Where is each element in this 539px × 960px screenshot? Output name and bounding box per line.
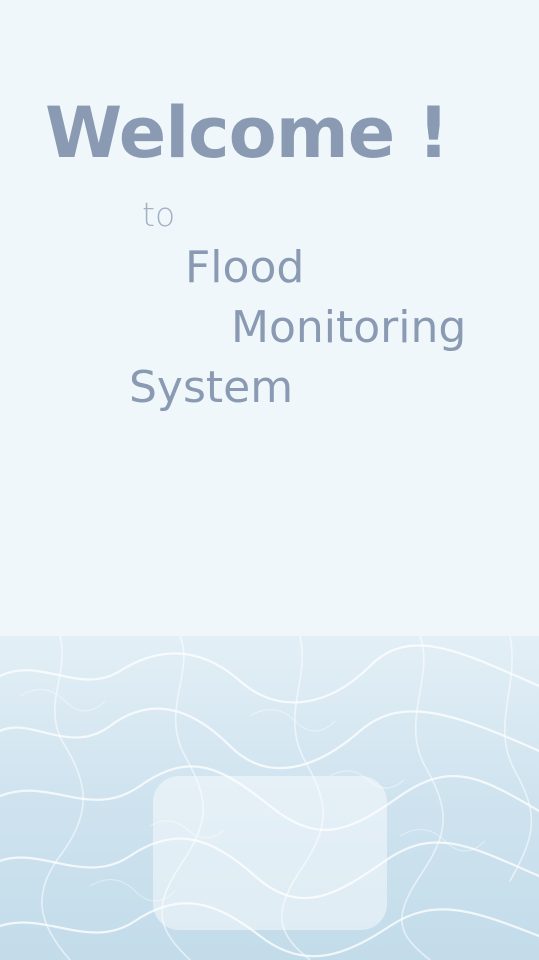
title-monitoring: Monitoring	[231, 302, 467, 353]
welcome-heading: Welcome !	[45, 92, 449, 174]
water-background-image	[0, 636, 539, 960]
welcome-screen: Welcome ! to Flood Monitoring System	[0, 0, 539, 960]
title-flood: Flood	[185, 242, 305, 293]
translucent-action-panel[interactable]	[153, 776, 387, 930]
title-system: System	[129, 362, 294, 413]
welcome-to-text: to	[142, 195, 176, 234]
